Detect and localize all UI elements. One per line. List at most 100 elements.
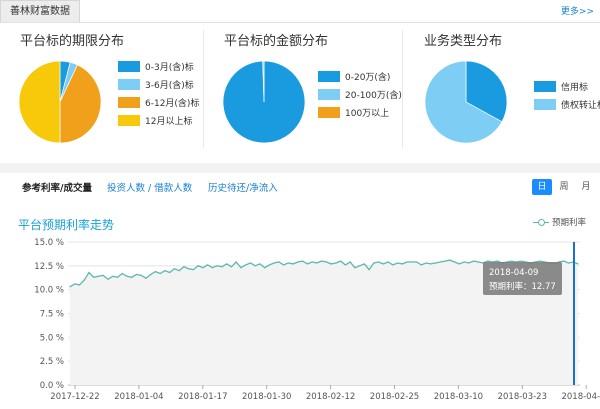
data-point[interactable] (568, 262, 569, 263)
data-point[interactable] (463, 261, 464, 262)
data-point[interactable] (198, 265, 199, 266)
data-point[interactable] (74, 283, 75, 284)
data-point[interactable] (217, 265, 218, 266)
data-point[interactable] (212, 267, 213, 268)
data-point[interactable] (136, 274, 137, 275)
data-point[interactable] (440, 261, 441, 262)
data-point[interactable] (473, 260, 474, 261)
data-point[interactable] (321, 260, 322, 261)
data-point[interactable] (326, 261, 327, 262)
data-point[interactable] (520, 260, 521, 261)
data-point[interactable] (93, 277, 94, 278)
data-point[interactable] (293, 263, 294, 264)
period-week-button[interactable]: 周 (554, 179, 574, 195)
data-point[interactable] (255, 265, 256, 266)
data-point[interactable] (79, 284, 80, 285)
data-point[interactable] (88, 272, 89, 273)
legend-item[interactable]: 12月以上标 (118, 111, 199, 129)
data-point[interactable] (364, 263, 365, 264)
data-point[interactable] (202, 267, 203, 268)
data-point[interactable] (316, 262, 317, 263)
data-point[interactable] (449, 260, 450, 261)
data-point[interactable] (107, 279, 108, 280)
data-point[interactable] (350, 261, 351, 262)
data-point[interactable] (288, 262, 289, 263)
data-point[interactable] (221, 266, 222, 267)
data-point[interactable] (183, 266, 184, 267)
data-point[interactable] (373, 262, 374, 263)
data-point[interactable] (383, 263, 384, 264)
data-point[interactable] (264, 267, 265, 268)
data-point[interactable] (416, 261, 417, 262)
data-point[interactable] (539, 260, 540, 261)
data-point[interactable] (145, 278, 146, 279)
data-point[interactable] (302, 260, 303, 261)
data-point[interactable] (207, 264, 208, 265)
data-point[interactable] (402, 263, 403, 264)
data-point[interactable] (259, 263, 260, 264)
data-point[interactable] (335, 262, 336, 263)
data-point[interactable] (312, 261, 313, 262)
data-point[interactable] (425, 262, 426, 263)
data-point[interactable] (226, 263, 227, 264)
data-point[interactable] (511, 260, 512, 261)
data-point[interactable] (497, 260, 498, 261)
legend-item[interactable]: 3-6月(含)标 (118, 75, 199, 93)
tab-rate-volume[interactable]: 参考利率/成交量 (22, 180, 92, 194)
data-point[interactable] (174, 268, 175, 269)
data-point[interactable] (98, 276, 99, 277)
data-point[interactable] (297, 261, 298, 262)
data-point[interactable] (577, 263, 578, 264)
data-point[interactable] (478, 261, 479, 262)
chart-legend[interactable]: 预期利率 (533, 216, 586, 228)
data-point[interactable] (468, 262, 469, 263)
legend-item[interactable]: 0-20万(含) (318, 67, 402, 85)
data-point[interactable] (245, 264, 246, 265)
data-point[interactable] (459, 263, 460, 264)
data-point[interactable] (193, 269, 194, 270)
more-link[interactable]: 更多>> (561, 4, 594, 17)
data-point[interactable] (406, 261, 407, 262)
period-day-button[interactable]: 日 (532, 179, 552, 195)
data-point[interactable] (103, 275, 104, 276)
data-point[interactable] (160, 273, 161, 274)
data-point[interactable] (283, 264, 284, 265)
data-point[interactable] (369, 269, 370, 270)
data-point[interactable] (250, 262, 251, 263)
data-point[interactable] (307, 263, 308, 264)
data-point[interactable] (454, 261, 455, 262)
legend-item[interactable]: 债权转让标 (534, 95, 600, 113)
legend-item[interactable]: 100万以上 (318, 103, 402, 121)
data-point[interactable] (126, 276, 127, 277)
data-point[interactable] (112, 276, 113, 277)
data-point[interactable] (421, 264, 422, 265)
data-point[interactable] (150, 274, 151, 275)
data-point[interactable] (487, 260, 488, 261)
data-point[interactable] (269, 264, 270, 265)
data-point[interactable] (179, 270, 180, 271)
brand-tab[interactable]: 善林财富数据 (0, 0, 80, 22)
data-point[interactable] (278, 261, 279, 262)
legend-item[interactable]: 20-100万(含) (318, 85, 402, 103)
data-point[interactable] (274, 262, 275, 263)
data-point[interactable] (392, 264, 393, 265)
data-point[interactable] (240, 267, 241, 268)
tab-investors-borrowers[interactable]: 投资人数 / 借款人数 (107, 180, 192, 194)
data-point[interactable] (340, 260, 341, 261)
legend-item[interactable]: 6-12月(含)标 (118, 93, 199, 111)
data-point[interactable] (378, 261, 379, 262)
data-point[interactable] (117, 277, 118, 278)
data-point[interactable] (236, 261, 237, 262)
data-point[interactable] (354, 267, 355, 268)
data-point[interactable] (84, 280, 85, 281)
data-point[interactable] (397, 262, 398, 263)
data-point[interactable] (444, 260, 445, 261)
data-point[interactable] (563, 260, 564, 261)
data-point[interactable] (411, 261, 412, 262)
data-point[interactable] (188, 268, 189, 269)
data-point[interactable] (387, 261, 388, 262)
pie-slice[interactable] (19, 61, 60, 143)
data-point[interactable] (231, 266, 232, 267)
tab-history-netflow[interactable]: 历史待还/净流入 (208, 180, 278, 194)
data-point[interactable] (122, 273, 123, 274)
